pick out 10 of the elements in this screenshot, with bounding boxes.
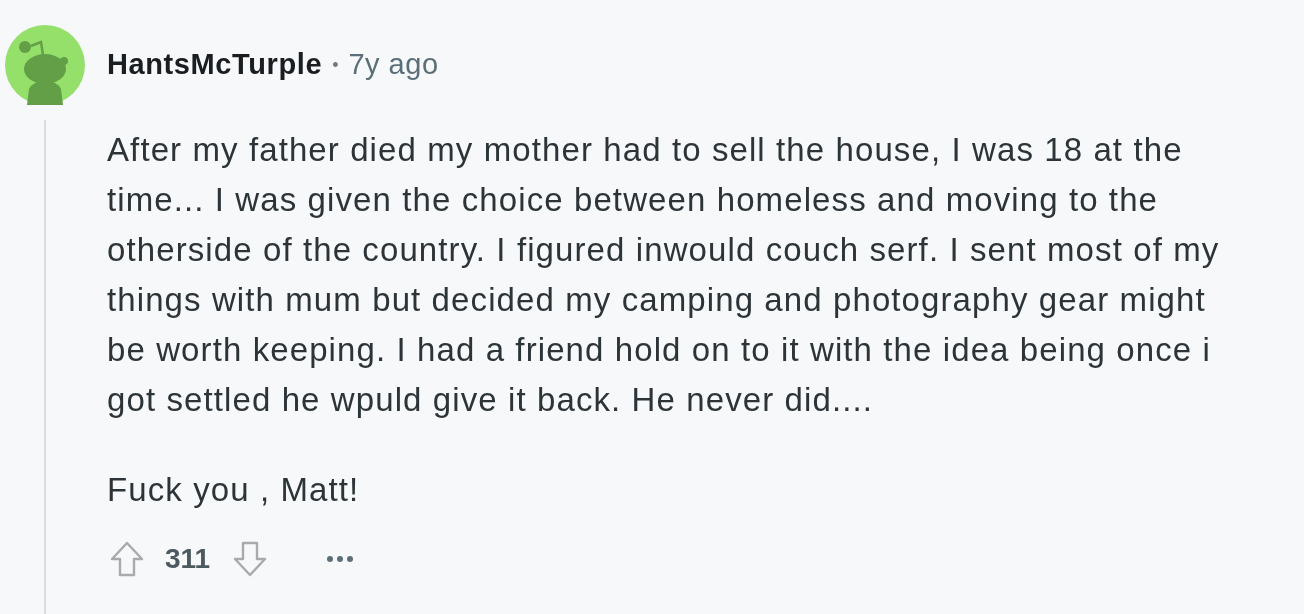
- comment-paragraph: Fuck you , Matt!: [107, 470, 361, 510]
- avatar-icon: [5, 25, 85, 105]
- downvote-icon: [233, 541, 268, 577]
- timestamp[interactable]: 7y ago: [348, 43, 439, 87]
- separator-dot: •: [332, 53, 339, 77]
- vote-count: 311: [165, 542, 211, 576]
- username[interactable]: HantsMcTurple: [107, 43, 323, 87]
- comment-paragraph: After my father died my mother had to sell the house, I was 18 at the time... I was given the choice between homeless and moving to the otherside of the country. I figured inwould couch serf. I sent most of my things with mum but decided my camping and photography gear might be worth keeping. I had a friend hold on to it with the idea being once i got settled he wpuld give it back. He never did....: [107, 130, 1221, 420]
- upvote-icon: [110, 541, 144, 577]
- more-icon: [327, 556, 354, 562]
